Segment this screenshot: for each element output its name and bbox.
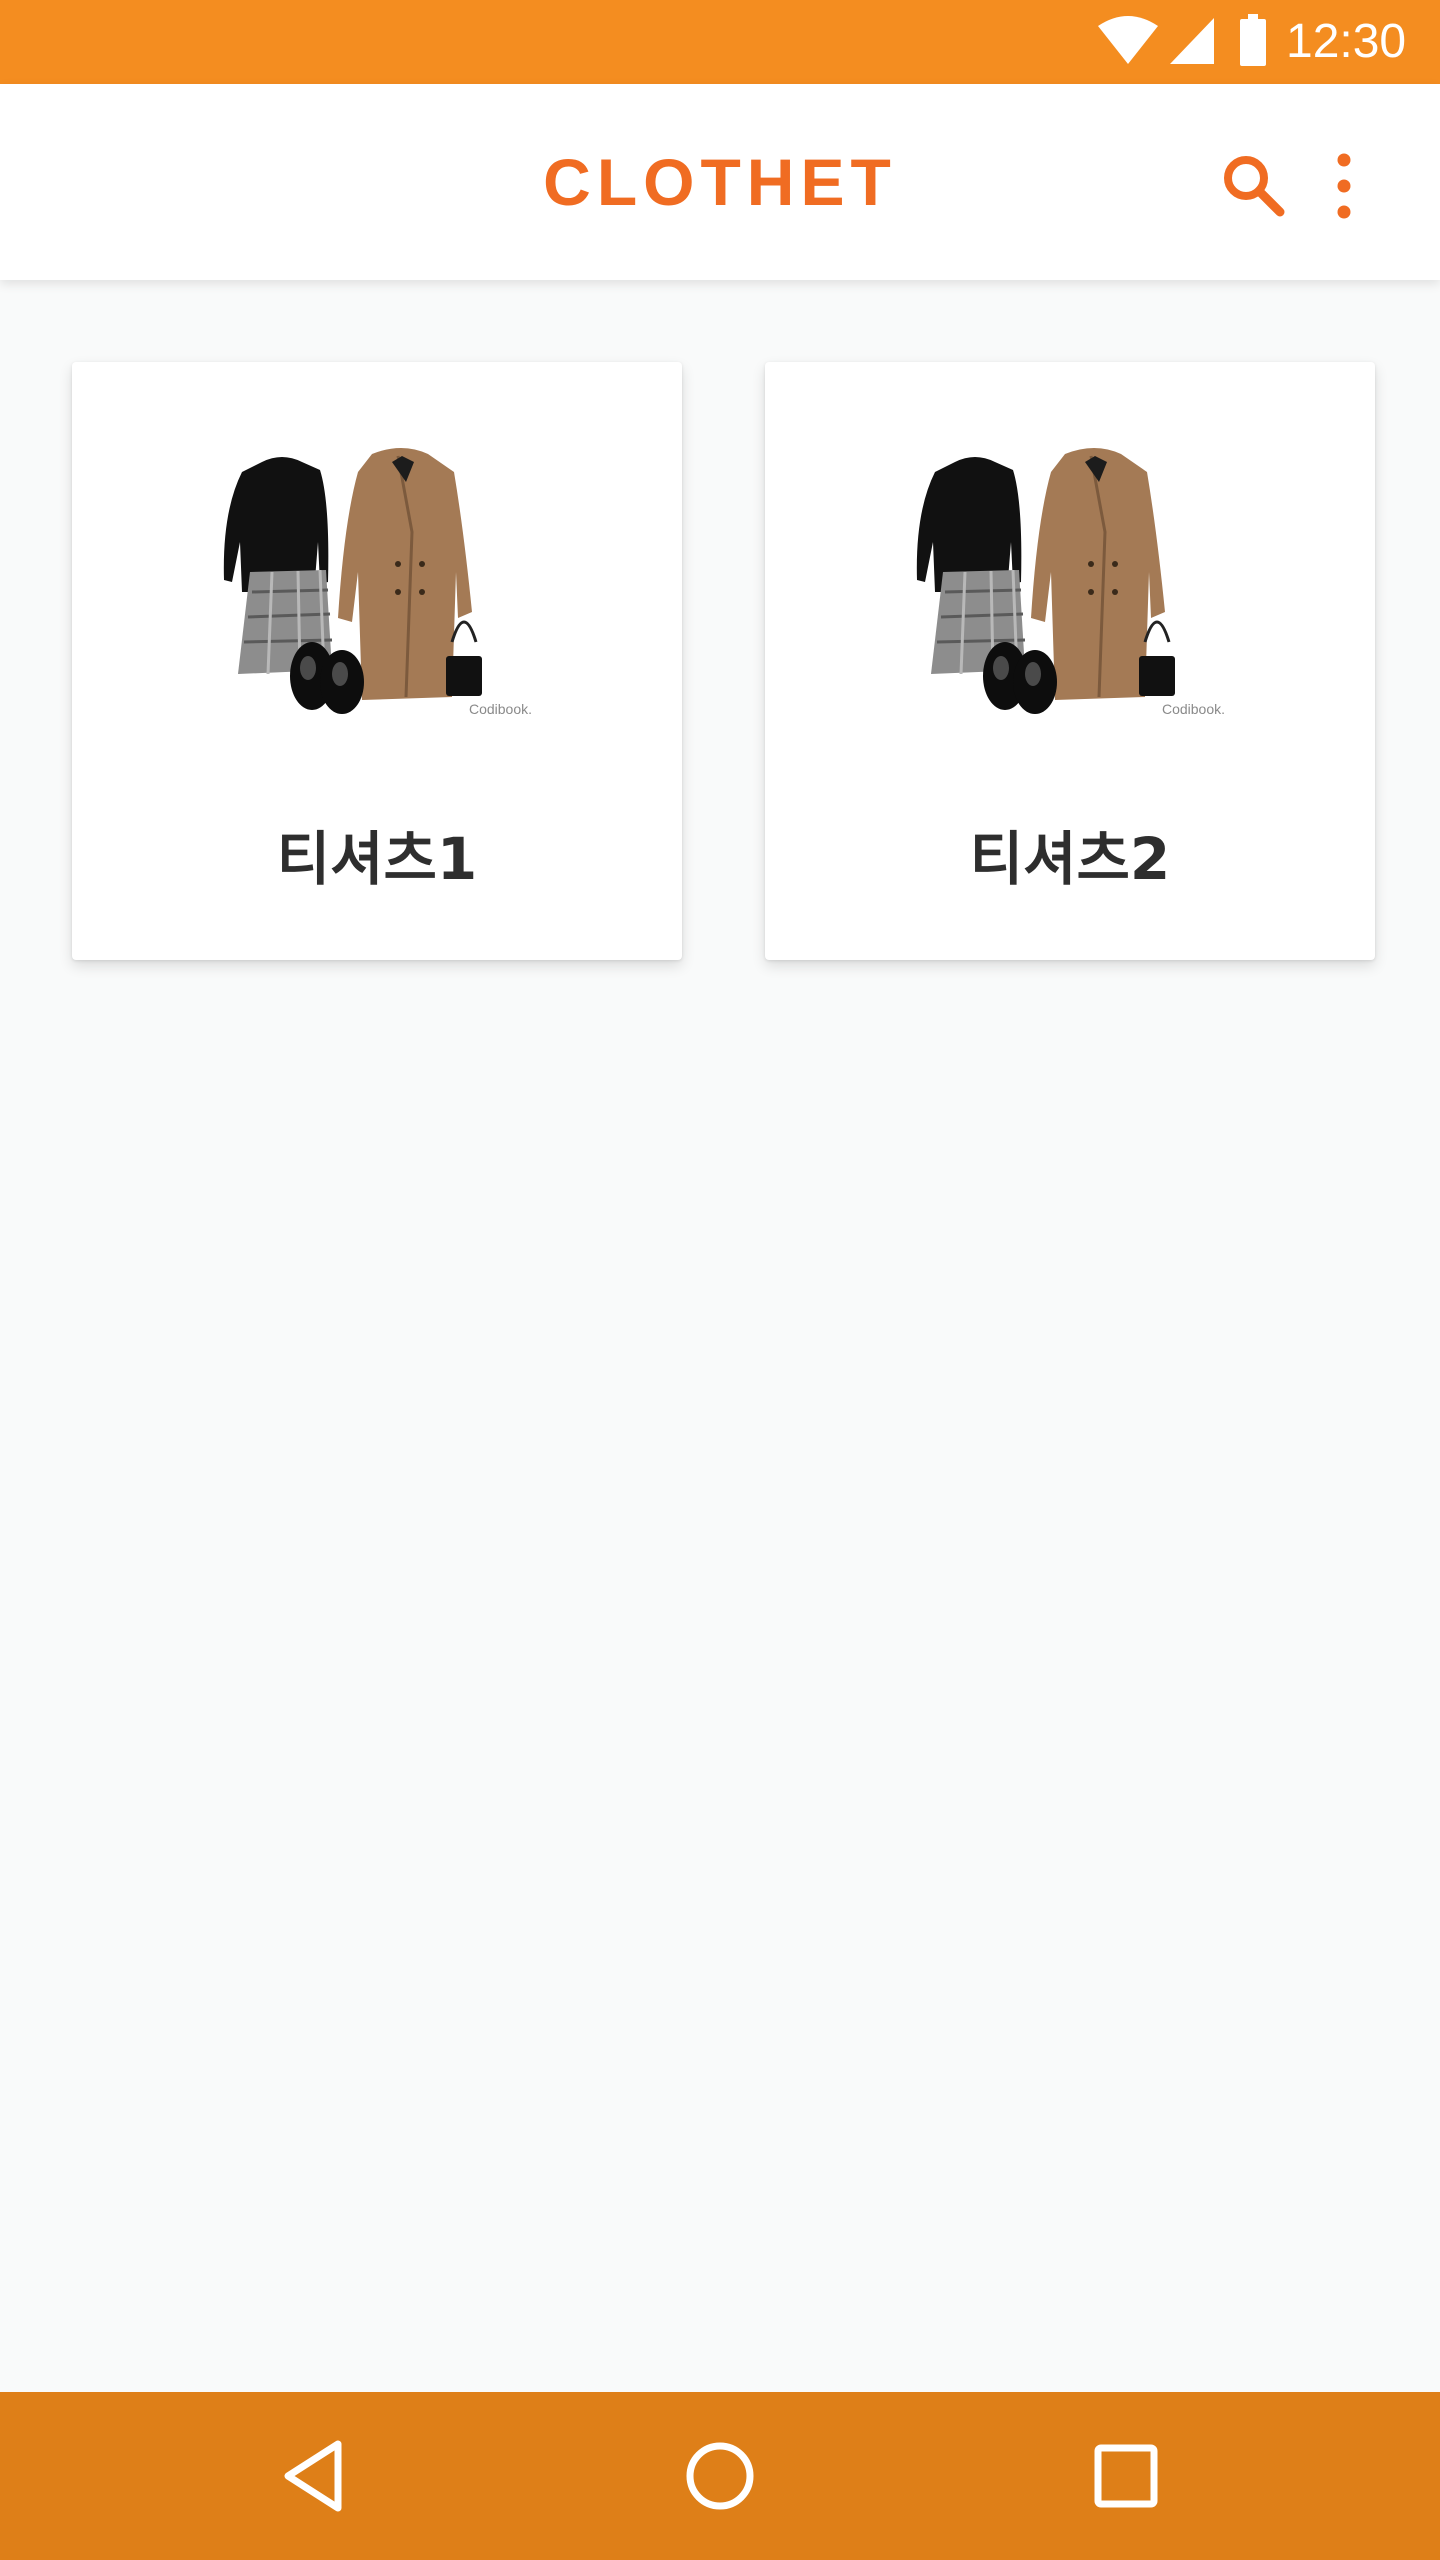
- recent-apps-button[interactable]: [1086, 2436, 1166, 2516]
- app-bar: CLOTHET: [0, 84, 1440, 280]
- home-button[interactable]: [680, 2436, 760, 2516]
- image-caption: Codibook.: [469, 701, 532, 717]
- back-icon: [284, 2440, 342, 2512]
- outfit-image: Codibook.: [223, 448, 532, 717]
- recent-apps-icon: [1094, 2444, 1158, 2508]
- back-button[interactable]: [278, 2436, 358, 2516]
- battery-icon: [1240, 14, 1266, 66]
- image-caption: Codibook.: [1162, 701, 1225, 717]
- more-vert-icon: [1337, 153, 1351, 219]
- search-button[interactable]: [1214, 146, 1294, 226]
- outfit-card-1[interactable]: Codibook. 티셔츠1: [72, 362, 682, 960]
- navigation-bar: [0, 2392, 1440, 2560]
- status-bar: 12:30: [0, 0, 1440, 84]
- card-label: 티셔츠1: [276, 825, 478, 893]
- home-icon: [686, 2442, 754, 2510]
- outfit-image: Codibook.: [916, 448, 1225, 717]
- card-label: 티셔츠2: [969, 825, 1171, 893]
- wifi-icon: [1098, 16, 1158, 64]
- more-options-button[interactable]: [1320, 146, 1368, 226]
- cell-signal-icon: [1170, 18, 1214, 64]
- status-time: 12:30: [1286, 15, 1407, 68]
- search-icon: [1224, 156, 1285, 217]
- outfit-card-2[interactable]: Codibook. 티셔츠2: [765, 362, 1375, 960]
